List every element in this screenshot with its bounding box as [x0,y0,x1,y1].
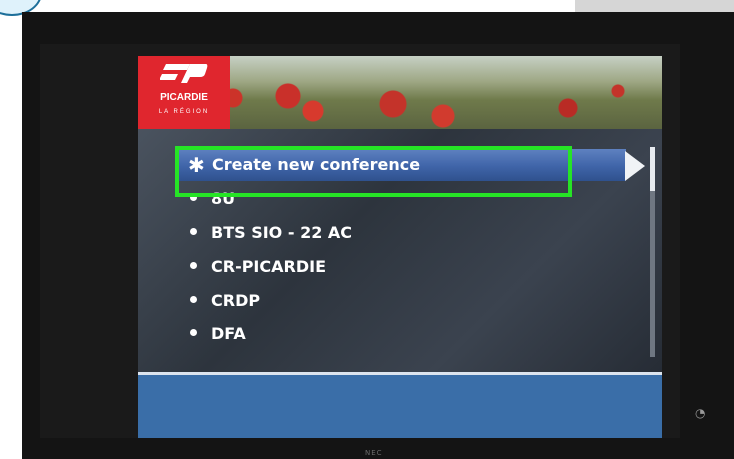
logo-mark-icon [160,64,208,83]
menu-item-label: DFA [211,324,246,343]
menu-item-label: CR-PICARDIE [211,257,326,276]
scrollbar[interactable] [650,147,655,357]
scrollbar-thumb[interactable] [650,147,655,191]
menu-item-label: BTS SIO - 22 AC [211,223,353,242]
bullet-icon [190,296,197,303]
menu-item-label: CRDP [211,291,261,310]
logo-name: PICARDIE [160,92,208,103]
menu-item-dfa[interactable]: DFA [190,319,246,349]
menu-item-cr-picardie[interactable]: CR-PICARDIE [190,252,326,282]
speaker-icon: ◔ [695,406,706,420]
highlight-box [175,146,572,197]
logo-subtitle: LA RÉGION [158,109,210,115]
menu-item-bts-sio-22-ac[interactable]: BTS SIO - 22 AC [190,218,352,248]
arrow-right-icon[interactable] [625,151,645,181]
footer-divider [138,372,662,375]
bullet-icon [190,228,197,235]
menu-item-crdp[interactable]: CRDP [190,286,260,316]
conference-screen: PICARDIE LA RÉGION ✱ Create new conferen… [138,56,662,438]
bullet-icon [190,262,197,269]
region-logo: PICARDIE LA RÉGION [138,56,230,130]
bullet-icon [190,329,197,336]
monitor-brand: NEC [365,449,383,457]
footer-bar [138,372,662,438]
